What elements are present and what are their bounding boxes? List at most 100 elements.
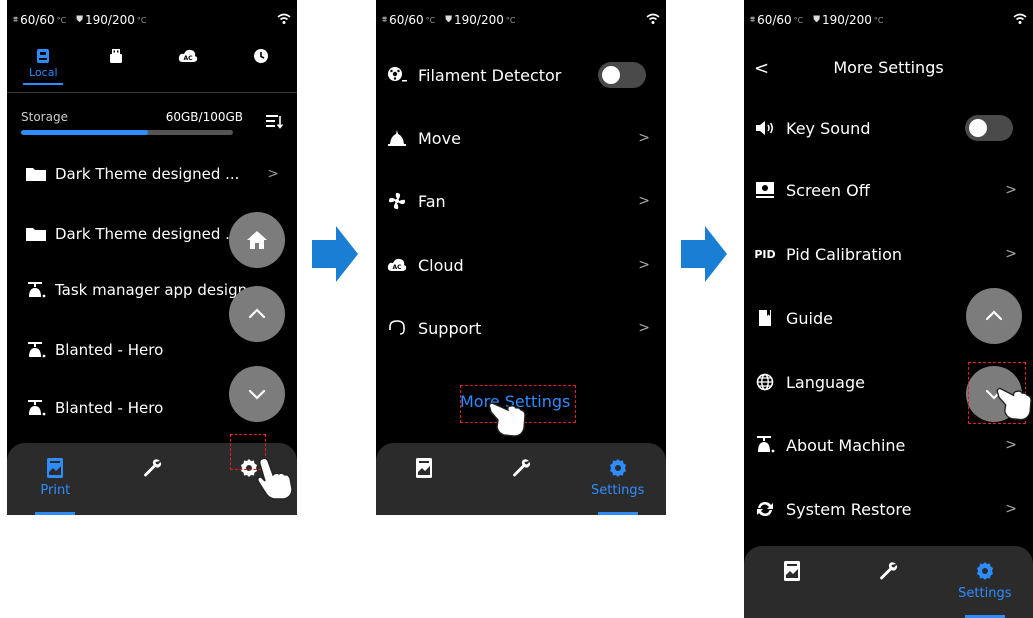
wifi-icon: [1013, 13, 1027, 24]
nozzle-temp: ⛊ 190/200 °C: [76, 13, 146, 27]
setting-screen-off[interactable]: Screen Off >: [754, 175, 1023, 205]
key-sound-toggle[interactable]: [965, 115, 1013, 141]
list-item[interactable]: Dark Theme designed ... >: [25, 162, 287, 186]
setting-label: Guide: [786, 308, 833, 328]
file-name: Dark Theme designed ...: [55, 165, 240, 183]
pointer-hand-icon: [996, 387, 1032, 421]
tab-divider: [7, 92, 297, 93]
toggle-knob: [969, 119, 987, 137]
filament-detector-toggle[interactable]: [598, 62, 646, 88]
nav-print[interactable]: Print: [7, 443, 104, 515]
home-icon: [247, 231, 267, 249]
nozzle-temp: ⛊ 190/200 °C: [445, 13, 515, 27]
back-button[interactable]: <: [754, 58, 769, 79]
tab-cloud[interactable]: AC: [152, 44, 225, 88]
tab-history[interactable]: [225, 44, 298, 88]
bed-temp: ⩨ 60/60 °C: [382, 13, 435, 27]
storage-label: Storage: [21, 110, 68, 124]
scroll-down-button[interactable]: [229, 366, 285, 422]
source-tabs: Local AC: [7, 44, 297, 88]
print-icon: [784, 561, 801, 581]
page-header: < More Settings: [744, 58, 1033, 84]
nav-tools[interactable]: [104, 443, 201, 515]
bed-temp-unit: °C: [793, 15, 804, 25]
print-icon: [47, 458, 64, 478]
bed-temp: ⩨ 60/60 °C: [13, 13, 66, 27]
setting-key-sound[interactable]: Key Sound: [754, 113, 1023, 143]
nozzle-icon: ⛊: [813, 15, 821, 25]
nozzle-icon: ⛊: [445, 15, 453, 25]
nav-print-label: Print: [40, 483, 71, 498]
chevron-down-icon: [248, 389, 266, 400]
gear-icon: [609, 459, 626, 477]
cloud-ac-icon: AC: [179, 49, 198, 62]
bed-icon: ⩨: [13, 15, 19, 25]
bed-icon: ⩨: [750, 15, 756, 25]
tab-local[interactable]: Local: [7, 44, 80, 88]
setting-label: Filament Detector: [418, 65, 562, 85]
nav-settings[interactable]: Settings: [569, 443, 666, 515]
setting-move[interactable]: Move >: [386, 123, 656, 153]
nav-print[interactable]: [376, 443, 473, 515]
cloud-icon: AC: [387, 258, 407, 271]
nav-tools[interactable]: [840, 546, 936, 618]
setting-label: Language: [786, 372, 865, 392]
setting-label: Move: [418, 128, 461, 148]
chevron-right-icon: >: [1005, 246, 1017, 262]
nav-tools[interactable]: [473, 443, 570, 515]
file-name: Blanted - Hero: [55, 399, 164, 417]
move-icon: [388, 130, 406, 146]
setting-label: Fan: [418, 191, 446, 211]
chevron-right-icon: >: [1005, 182, 1017, 198]
home-button[interactable]: [229, 212, 285, 268]
wrench-icon: [513, 459, 531, 477]
usb-stick-icon: [109, 49, 122, 63]
setting-about-machine[interactable]: About Machine >: [754, 430, 1023, 460]
book-icon: [759, 310, 771, 326]
setting-label: Screen Off: [786, 180, 870, 200]
more-settings-screen: ⩨ 60/60 °C ⛊ 190/200 °C < More Settings …: [744, 0, 1033, 618]
model-file-icon: [28, 282, 46, 298]
bed-temp-unit: °C: [425, 15, 436, 25]
setting-system-restore[interactable]: System Restore >: [754, 494, 1023, 524]
chevron-right-icon: >: [1005, 501, 1017, 517]
nozzle-temp-unit: °C: [136, 15, 147, 25]
storage-value: 60GB/100GB: [165, 110, 243, 124]
tab-usb[interactable]: [80, 44, 153, 88]
flow-arrow-icon: [681, 226, 727, 282]
chevron-right-icon: >: [638, 193, 650, 209]
bed-temp-value: 60/60: [389, 13, 424, 27]
setting-pid-calibration[interactable]: PID Pid Calibration >: [754, 239, 1023, 269]
setting-label: Key Sound: [786, 118, 871, 138]
scroll-up-button[interactable]: [229, 286, 285, 342]
setting-cloud[interactable]: AC Cloud >: [386, 250, 656, 280]
list-item[interactable]: Blanted - Hero: [25, 338, 287, 362]
chevron-right-icon: >: [638, 130, 650, 146]
svg-text:AC: AC: [184, 55, 194, 62]
bed-temp-unit: °C: [56, 15, 67, 25]
setting-label: About Machine: [786, 435, 906, 455]
filament-icon: [388, 67, 407, 82]
sort-icon[interactable]: [265, 112, 283, 130]
chevron-right-icon: >: [267, 166, 279, 182]
pid-icon: PID: [754, 247, 776, 261]
globe-icon: [756, 373, 774, 391]
nozzle-temp: ⛊ 190/200 °C: [813, 13, 883, 27]
setting-label: Cloud: [418, 255, 464, 275]
setting-filament-detector[interactable]: Filament Detector: [386, 60, 656, 90]
chevron-right-icon: >: [1005, 437, 1017, 453]
setting-fan[interactable]: Fan >: [386, 186, 656, 216]
clock-icon: [253, 49, 268, 63]
wrench-icon: [144, 459, 162, 477]
nozzle-temp-value: 190/200: [85, 13, 135, 27]
setting-label: System Restore: [786, 499, 912, 519]
nozzle-icon: ⛊: [76, 15, 84, 25]
scroll-up-button[interactable]: [966, 288, 1022, 344]
nozzle-temp-unit: °C: [873, 15, 884, 25]
machine-icon: [757, 436, 775, 453]
nav-print[interactable]: [744, 546, 840, 618]
nav-settings-label: Settings: [591, 483, 645, 498]
setting-support[interactable]: Support >: [386, 313, 656, 343]
chevron-right-icon: >: [638, 320, 650, 336]
nav-settings[interactable]: Settings: [937, 546, 1033, 618]
